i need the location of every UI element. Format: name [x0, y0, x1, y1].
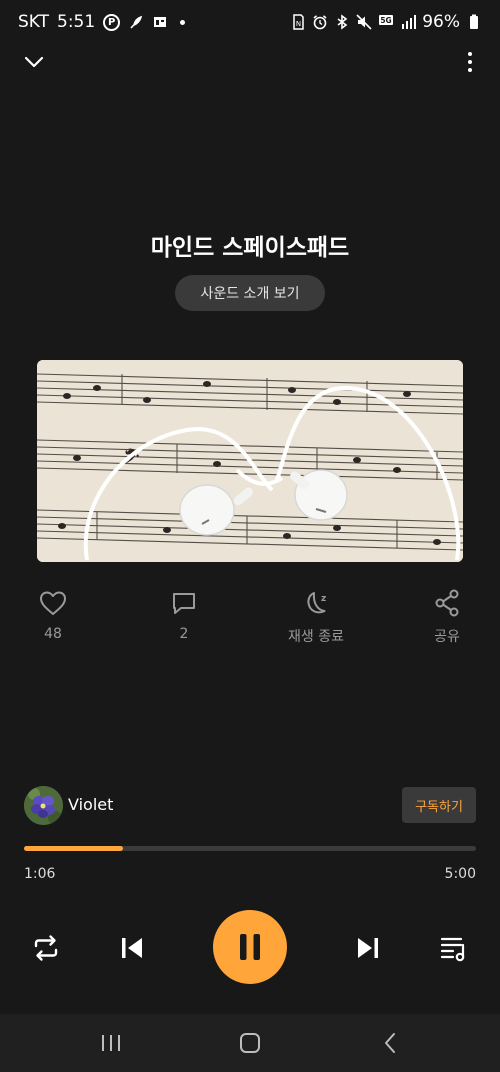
current-time: 1:06 — [24, 866, 56, 882]
bluetooth-icon — [334, 14, 350, 30]
share-icon — [435, 589, 459, 617]
status-bar: SKT 5:51 P N 5G 96% — [0, 0, 500, 44]
repeat-icon — [34, 935, 58, 961]
back-icon — [385, 1033, 395, 1053]
violet-flower-image — [24, 786, 63, 825]
sleep-timer-button[interactable]: z 재생 종료 — [276, 588, 356, 646]
sd-card-icon: N — [290, 14, 306, 30]
creator-name[interactable]: Violet — [68, 795, 113, 814]
comment-count: 2 — [179, 626, 189, 642]
share-button[interactable]: 공유 — [407, 588, 487, 646]
svg-text:N: N — [296, 20, 301, 28]
share-label: 공유 — [434, 629, 460, 645]
like-count: 48 — [44, 626, 62, 642]
svg-text:z: z — [321, 594, 326, 604]
back-button[interactable] — [370, 1028, 410, 1058]
comment-button[interactable]: 2 — [144, 588, 224, 642]
comment-icon — [173, 593, 195, 614]
pause-icon — [240, 934, 260, 960]
sound-intro-button[interactable]: 사운드 소개 보기 — [175, 275, 325, 311]
total-time: 5:00 — [444, 866, 476, 882]
pause-button[interactable] — [213, 910, 287, 984]
skip-previous-icon — [122, 938, 142, 958]
status-right: N 5G 96% — [290, 12, 482, 32]
next-button[interactable] — [350, 930, 386, 966]
creator-avatar[interactable] — [24, 786, 63, 825]
playlist-icon — [440, 937, 465, 962]
gallery-icon — [152, 14, 168, 30]
system-nav-bar — [0, 1014, 500, 1072]
svg-text:5G: 5G — [381, 16, 392, 25]
more-options-button[interactable] — [460, 48, 480, 76]
previous-button[interactable] — [114, 930, 150, 966]
feather-icon — [128, 14, 144, 30]
more-vertical-icon — [468, 52, 472, 56]
playlist-button[interactable] — [436, 930, 472, 966]
parking-icon: P — [103, 13, 121, 31]
subscribe-button[interactable]: 구독하기 — [402, 787, 476, 823]
heart-icon — [40, 591, 66, 615]
sleep-timer-label: 재생 종료 — [288, 629, 344, 645]
recent-apps-button[interactable] — [91, 1028, 131, 1058]
mute-icon — [356, 14, 372, 30]
network-5g-icon: 5G — [378, 14, 394, 30]
carrier-label: SKT — [18, 12, 50, 32]
moon-zz-icon: z — [307, 592, 326, 614]
notification-dot-icon — [180, 19, 186, 25]
home-button[interactable] — [230, 1028, 270, 1058]
signal-icon — [400, 14, 417, 30]
progress-bar[interactable] — [24, 846, 476, 851]
collapse-button[interactable] — [20, 50, 48, 74]
home-icon — [240, 1033, 260, 1053]
sound-artwork: 𝄢 — [37, 360, 463, 562]
repeat-button[interactable] — [28, 930, 64, 966]
playback-controls — [0, 910, 500, 986]
progress-fill — [24, 846, 124, 851]
clock: 5:51 — [57, 12, 96, 32]
sheet-music-earphones-image: 𝄢 — [37, 360, 463, 562]
action-row: 48 2 z 재생 종료 공유 — [0, 588, 500, 648]
alarm-icon — [312, 14, 328, 30]
battery-percent: 96% — [422, 12, 460, 32]
skip-next-icon — [358, 938, 378, 958]
battery-icon — [466, 14, 482, 30]
chevron-down-icon — [24, 56, 44, 68]
recent-apps-icon — [102, 1035, 120, 1051]
creator-row: Violet 구독하기 — [24, 786, 476, 826]
like-button[interactable]: 48 — [13, 588, 93, 642]
top-bar — [0, 44, 500, 80]
status-left: SKT 5:51 P — [18, 12, 186, 32]
sound-title: 마인드 스페이스패드 — [150, 235, 350, 261]
